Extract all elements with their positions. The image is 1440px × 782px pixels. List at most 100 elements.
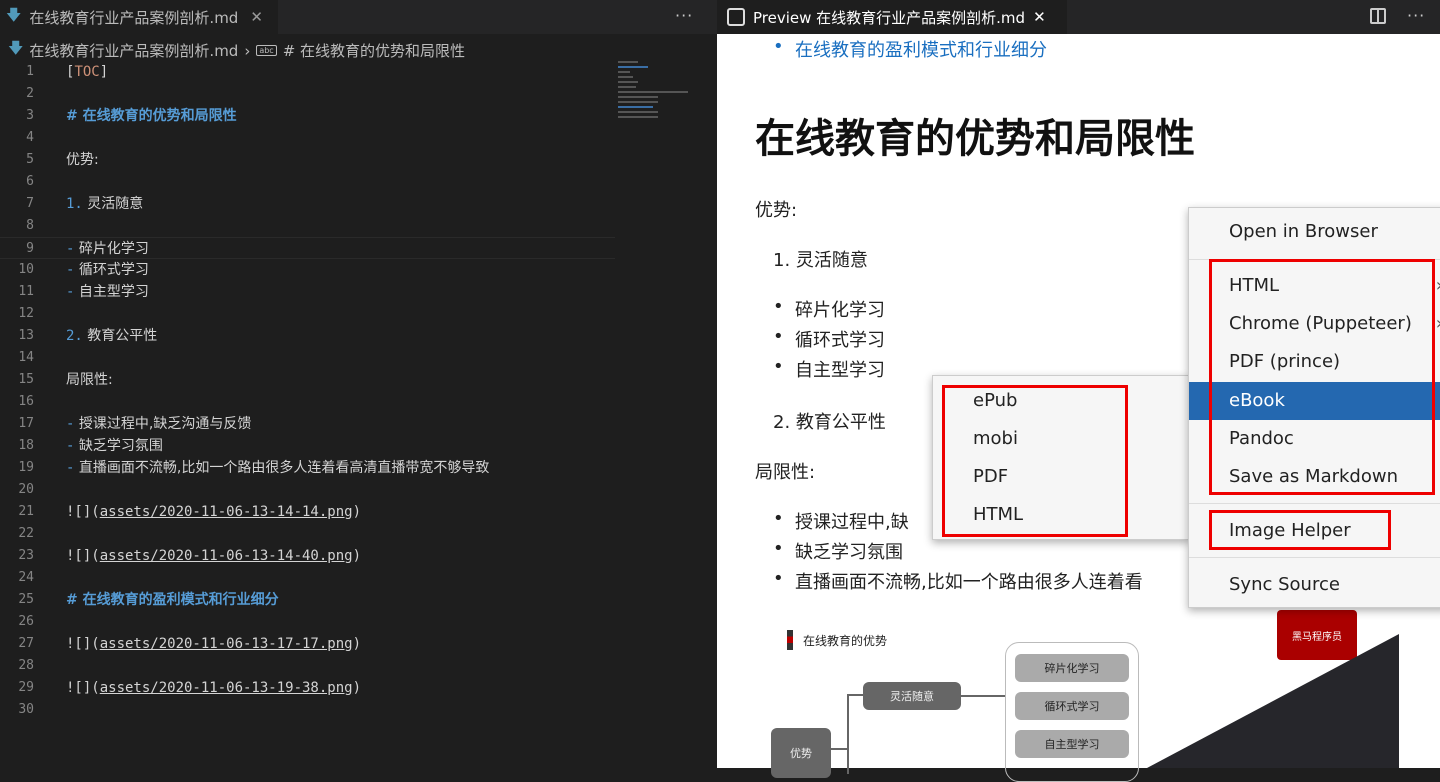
code-line[interactable]: 24 xyxy=(0,567,615,589)
line-content: ![](assets/2020-11-06-13-14-40.png) xyxy=(66,545,361,567)
minimap[interactable] xyxy=(615,58,705,148)
line-number: 25 xyxy=(0,589,34,611)
line-number: 10 xyxy=(0,259,34,281)
line-number: 3 xyxy=(0,105,34,127)
string-symbol-icon: abc xyxy=(256,45,276,56)
line-content: - 循环式学习 xyxy=(66,259,149,281)
submenu-arrow-icon: › xyxy=(1436,267,1440,305)
line-number: 9 xyxy=(0,238,34,260)
line-content: ![](assets/2020-11-06-13-17-17.png) xyxy=(66,633,361,655)
line-number: 1 xyxy=(0,61,34,83)
code-line[interactable]: 19- 直播画面不流畅,比如一个路由很多人连着看高清直播带宽不够导致 xyxy=(0,457,615,479)
code-line[interactable]: 12 xyxy=(0,303,615,325)
code-line[interactable]: 14 xyxy=(0,347,615,369)
ordered-item: 1. 灵活随意 xyxy=(773,246,868,272)
line-number: 6 xyxy=(0,171,34,193)
ebook-submenu: ePubmobiPDFHTML xyxy=(932,375,1190,540)
image-path-link[interactable]: assets/2020-11-06-13-19-38.png xyxy=(100,680,353,696)
slide-title: 在线教育的优势 xyxy=(803,632,887,649)
menu-item-sync-source[interactable]: Sync Source xyxy=(1189,566,1440,604)
preview-tab-title: Preview 在线教育行业产品案例剖析.md xyxy=(753,7,1025,28)
tab-title: 在线教育行业产品案例剖析.md xyxy=(29,7,238,28)
highlight-box xyxy=(942,385,1128,537)
code-line[interactable]: 7 1. 灵活随意 xyxy=(0,193,615,215)
editor-tab[interactable]: 🡇 在线教育行业产品案例剖析.md ✕ xyxy=(0,0,278,34)
more-actions-icon[interactable]: ··· xyxy=(675,6,693,25)
slide-image: 在线教育的优势 优势 灵活随意 碎片化学习 循环式学习 自主型学习 黑马程序员 xyxy=(767,624,1407,768)
code-line[interactable]: 20 xyxy=(0,479,615,501)
code-line[interactable]: 27![](assets/2020-11-06-13-17-17.png) xyxy=(0,633,615,655)
line-content: 1. 灵活随意 xyxy=(66,193,143,215)
line-number: 16 xyxy=(0,391,34,413)
dark-triangle xyxy=(1147,634,1399,768)
line-content: # 在线教育的优势和局限性 xyxy=(66,105,237,127)
code-line[interactable]: 17- 授课过程中,缺乏沟通与反馈 xyxy=(0,413,615,435)
breadcrumb: 🡇 在线教育行业产品案例剖析.md › abc # 在线教育的优势和局限性 xyxy=(8,38,465,63)
code-line[interactable]: 11- 自主型学习 xyxy=(0,281,615,303)
code-line[interactable]: 23![](assets/2020-11-06-13-14-40.png) xyxy=(0,545,615,567)
menu-separator xyxy=(1189,503,1440,504)
code-line[interactable]: 13 2. 教育公平性 xyxy=(0,325,615,347)
code-line[interactable]: 4 xyxy=(0,127,615,149)
ordered-item: 2. 教育公平性 xyxy=(773,408,886,434)
code-line[interactable]: 5优势: xyxy=(0,149,615,171)
line-number: 7 xyxy=(0,193,34,215)
menu-separator xyxy=(1189,557,1440,558)
code-line[interactable]: 10 - 循环式学习 xyxy=(0,259,615,281)
submenu-arrow-icon: › xyxy=(1436,305,1440,343)
line-number: 14 xyxy=(0,347,34,369)
list-item: 授课过程中,缺 xyxy=(795,508,909,534)
code-line[interactable]: 6 xyxy=(0,171,615,193)
code-line[interactable]: 15局限性: xyxy=(0,369,615,391)
line-number: 26 xyxy=(0,611,34,633)
code-line[interactable]: 16 xyxy=(0,391,615,413)
line-content: 优势: xyxy=(66,149,99,171)
code-line[interactable]: 9- 碎片化学习 xyxy=(0,237,615,259)
code-line[interactable]: 25 # 在线教育的盈利模式和行业细分 xyxy=(0,589,615,611)
paragraph: 局限性: xyxy=(755,458,815,484)
code-line[interactable]: 8 xyxy=(0,215,615,237)
line-content: # 在线教育的盈利模式和行业细分 xyxy=(66,589,279,611)
code-line[interactable]: 28 xyxy=(0,655,615,677)
code-line[interactable]: 18 - 缺乏学习氛围 xyxy=(0,435,615,457)
highlight-box xyxy=(1209,259,1435,495)
line-number: 18 xyxy=(0,435,34,457)
editor-pane: 🡇 在线教育行业产品案例剖析.md ✕ ··· 🡇 在线教育行业产品案例剖析.m… xyxy=(0,0,717,768)
breadcrumb-symbol[interactable]: # 在线教育的优势和局限性 xyxy=(283,40,465,61)
context-menu: Open in BrowserHTML›Chrome (Puppeteer)›P… xyxy=(1188,207,1440,608)
code-line[interactable]: 29![](assets/2020-11-06-13-19-38.png) xyxy=(0,677,615,699)
split-editor-icon[interactable] xyxy=(1370,8,1386,24)
code-line[interactable]: 1 [TOC] xyxy=(0,61,615,83)
chevron-right-icon: › xyxy=(244,42,250,60)
title-marker xyxy=(787,630,793,650)
code-line[interactable]: 30 xyxy=(0,699,615,721)
editor-tabbar: 🡇 在线教育行业产品案例剖析.md ✕ ··· xyxy=(0,0,717,34)
menu-item-open-in-browser[interactable]: Open in Browser xyxy=(1189,213,1440,251)
line-content: [TOC] xyxy=(66,61,108,83)
more-actions-icon[interactable]: ··· xyxy=(1407,6,1425,25)
line-number: 2 xyxy=(0,83,34,105)
code-line[interactable]: 2 xyxy=(0,83,615,105)
breadcrumb-file[interactable]: 在线教育行业产品案例剖析.md xyxy=(29,40,238,61)
heading-1: 在线教育的优势和局限性 xyxy=(755,106,1195,164)
image-path-link[interactable]: assets/2020-11-06-13-14-40.png xyxy=(100,548,353,564)
code-line[interactable]: 26 xyxy=(0,611,615,633)
line-number: 22 xyxy=(0,523,34,545)
close-icon[interactable]: ✕ xyxy=(250,8,263,26)
image-path-link[interactable]: assets/2020-11-06-13-17-17.png xyxy=(100,636,353,652)
close-icon[interactable]: ✕ xyxy=(1033,8,1046,26)
image-path-link[interactable]: assets/2020-11-06-13-14-14.png xyxy=(100,504,353,520)
code-line[interactable]: 3 # 在线教育的优势和局限性 xyxy=(0,105,615,127)
list-item: 循环式学习 xyxy=(795,326,885,352)
line-number: 13 xyxy=(0,325,34,347)
box-mid: 灵活随意 xyxy=(863,682,961,710)
preview-tab[interactable]: Preview 在线教育行业产品案例剖析.md ✕ xyxy=(717,0,1067,34)
toc-link[interactable]: 在线教育的盈利模式和行业细分 xyxy=(795,36,1047,62)
paragraph: 优势: xyxy=(755,196,797,222)
line-number: 17 xyxy=(0,413,34,435)
code-line[interactable]: 21![](assets/2020-11-06-13-14-14.png) xyxy=(0,501,615,523)
line-content: ![](assets/2020-11-06-13-14-14.png) xyxy=(66,501,361,523)
line-content: - 缺乏学习氛围 xyxy=(66,435,163,457)
line-content: 2. 教育公平性 xyxy=(66,325,157,347)
code-line[interactable]: 22 xyxy=(0,523,615,545)
